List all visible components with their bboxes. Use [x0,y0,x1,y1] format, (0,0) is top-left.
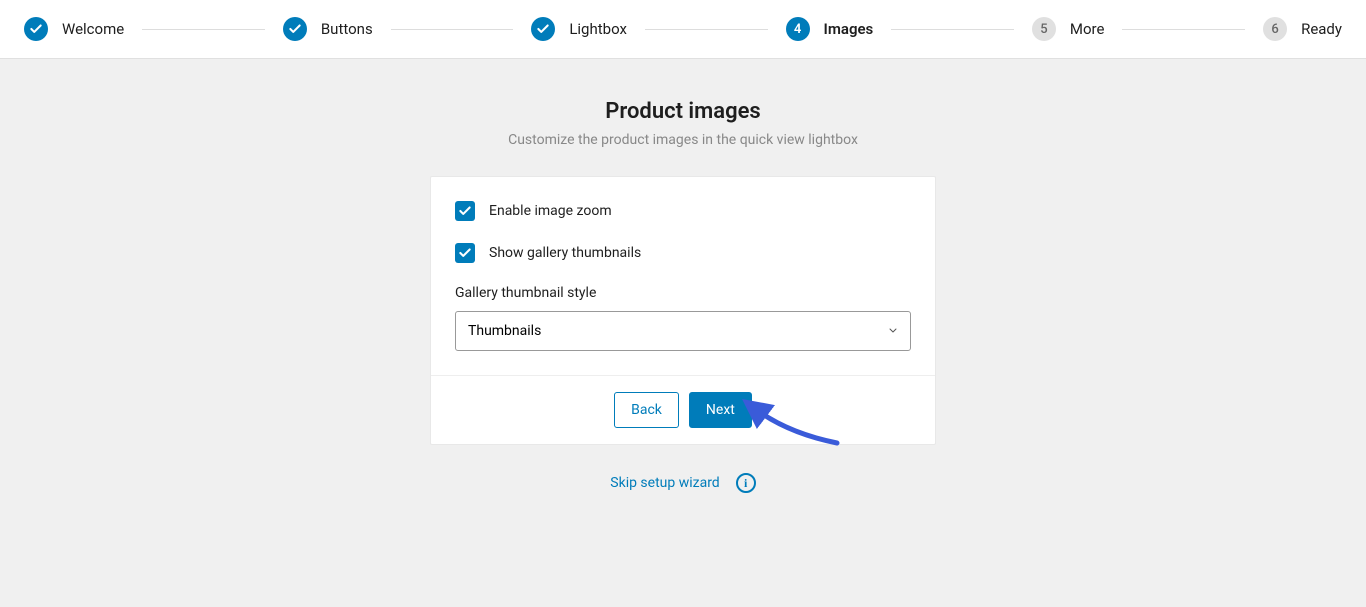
show-thumbnails-label: Show gallery thumbnails [489,245,641,261]
select-value: Thumbnails [468,323,541,339]
step-label: Buttons [321,20,373,38]
step-label: More [1070,20,1105,38]
card-footer: Back Next [431,375,935,444]
card-body: Enable image zoom Show gallery thumbnail… [431,177,935,375]
page-subtitle: Customize the product images in the quic… [508,132,858,148]
step-images[interactable]: 4 Images [786,17,874,41]
show-thumbnails-row: Show gallery thumbnails [455,243,911,263]
enable-zoom-checkbox[interactable] [455,201,475,221]
step-lightbox[interactable]: Lightbox [531,17,627,41]
info-icon[interactable]: i [736,473,756,493]
check-icon [24,17,48,41]
skip-row: Skip setup wizard i [610,473,755,493]
check-icon [531,17,555,41]
step-label: Ready [1301,20,1342,38]
show-thumbnails-checkbox[interactable] [455,243,475,263]
gallery-style-label: Gallery thumbnail style [455,285,911,301]
check-icon [458,204,472,218]
step-connector [142,29,265,30]
check-icon [283,17,307,41]
step-number-badge: 6 [1263,17,1287,41]
settings-card: Enable image zoom Show gallery thumbnail… [430,176,936,445]
check-icon [458,246,472,260]
enable-zoom-label: Enable image zoom [489,203,612,219]
back-button[interactable]: Back [614,392,679,428]
step-connector [645,29,768,30]
step-connector [391,29,514,30]
step-more[interactable]: 5 More [1032,17,1105,41]
page-title: Product images [605,99,760,124]
step-number-badge: 5 [1032,17,1056,41]
enable-zoom-row: Enable image zoom [455,201,911,221]
content-area: Product images Customize the product ima… [0,59,1366,493]
step-label: Welcome [62,20,124,38]
step-label: Lightbox [569,20,627,38]
step-connector [1122,29,1245,30]
step-buttons[interactable]: Buttons [283,17,373,41]
step-ready[interactable]: 6 Ready [1263,17,1342,41]
skip-setup-link[interactable]: Skip setup wizard [610,475,719,491]
next-button[interactable]: Next [689,392,752,428]
step-label: Images [824,20,874,38]
step-connector [891,29,1014,30]
step-welcome[interactable]: Welcome [24,17,124,41]
gallery-style-select-wrap: Thumbnails [455,311,911,351]
step-number-badge: 4 [786,17,810,41]
stepper-bar: Welcome Buttons Lightbox 4 Images 5 More… [0,0,1366,59]
gallery-style-select[interactable]: Thumbnails [455,311,911,351]
